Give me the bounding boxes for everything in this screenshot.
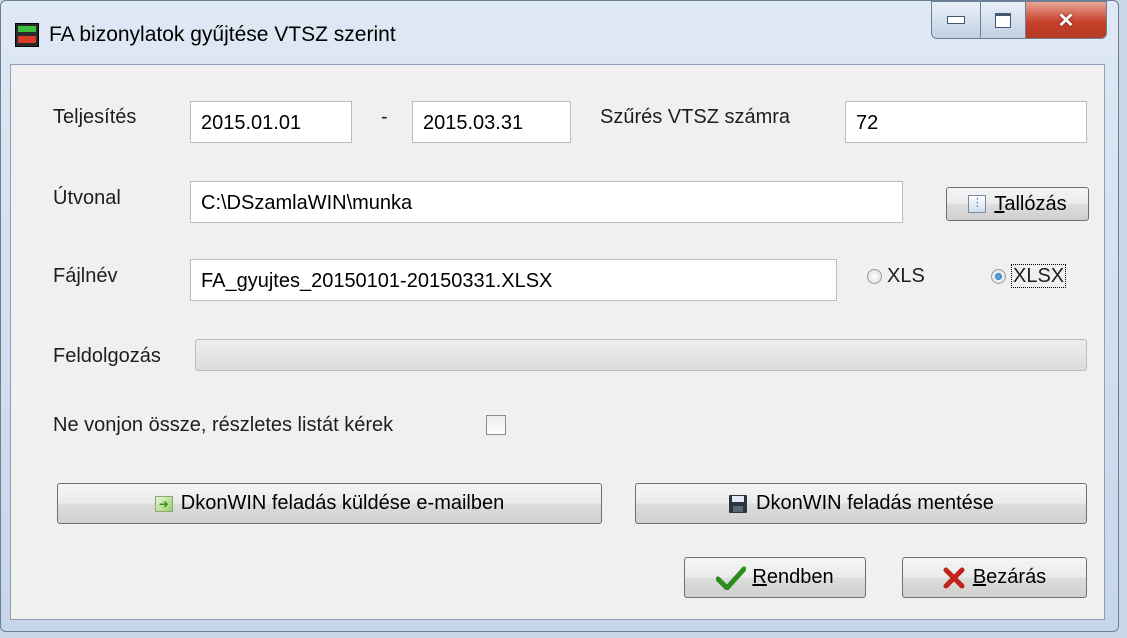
- title-bar[interactable]: FA bizonylatok gyűjtése VTSZ szerint ✕: [1, 1, 1118, 63]
- folder-browse-icon: ⋮: [968, 195, 987, 213]
- processing-progress-bar: [195, 339, 1087, 371]
- close-label: Bezárás: [972, 566, 1047, 588]
- ok-button[interactable]: Rendben: [684, 557, 866, 598]
- minimize-icon: [947, 16, 965, 24]
- close-button[interactable]: Bezárás: [902, 557, 1087, 598]
- check-icon: [716, 566, 747, 590]
- close-icon: ✕: [1057, 9, 1075, 32]
- minimize-button[interactable]: [931, 1, 981, 39]
- save-export-button[interactable]: DkonWIN feladás mentése: [635, 483, 1087, 524]
- email-export-label: DkonWIN feladás küldése e-mailben: [180, 492, 505, 514]
- vtsz-filter-input[interactable]: 72: [845, 101, 1087, 143]
- xlsx-radio-text: XLSX: [1011, 264, 1067, 288]
- browse-button[interactable]: ⋮ Tallózás: [946, 187, 1089, 221]
- date-from-input[interactable]: 2015.01.01: [190, 101, 352, 143]
- close-x-icon: [943, 567, 965, 588]
- browse-label: Tallózás: [994, 192, 1067, 215]
- maximize-icon: [995, 12, 1011, 28]
- xlsx-radio[interactable]: [991, 269, 1006, 284]
- xlsx-radio-label: XLSX: [1011, 264, 1067, 288]
- date-to-input[interactable]: 2015.03.31: [412, 101, 571, 143]
- save-export-label: DkonWIN feladás mentése: [756, 492, 994, 514]
- app-icon[interactable]: [15, 23, 39, 47]
- xls-radio[interactable]: [867, 269, 882, 284]
- dialog-body: Teljesítés 2015.01.01 - 2015.03.31 Szűré…: [10, 64, 1105, 620]
- xls-radio-label: XLS: [887, 265, 925, 287]
- email-export-button[interactable]: ➜ DkonWIN feladás küldése e-mailben: [57, 483, 602, 524]
- detail-list-checkbox[interactable]: [486, 415, 506, 435]
- filename-input[interactable]: FA_gyujtes_20150101-20150331.XLSX: [190, 259, 837, 301]
- progress-label: Feldolgozás: [53, 345, 161, 367]
- maximize-button[interactable]: [980, 1, 1026, 39]
- path-label: Útvonal: [53, 187, 121, 209]
- window-title: FA bizonylatok gyűjtése VTSZ szerint: [49, 23, 396, 46]
- detail-list-label: Ne vonjon össze, részletes listát kérek: [53, 414, 394, 436]
- path-input[interactable]: C:\DSzamlaWIN\munka: [190, 181, 903, 223]
- dialog-window: FA bizonylatok gyűjtése VTSZ szerint ✕ T…: [0, 0, 1119, 632]
- ok-label: Rendben: [752, 566, 834, 588]
- floppy-disk-icon: [729, 494, 748, 513]
- close-window-button[interactable]: ✕: [1025, 1, 1107, 39]
- teljesites-label: Teljesítés: [53, 106, 137, 128]
- filename-label: Fájlnév: [53, 265, 118, 287]
- vtsz-filter-label: Szűrés VTSZ számra: [600, 106, 791, 128]
- date-separator: -: [381, 106, 388, 128]
- email-send-icon: ➜: [154, 495, 173, 512]
